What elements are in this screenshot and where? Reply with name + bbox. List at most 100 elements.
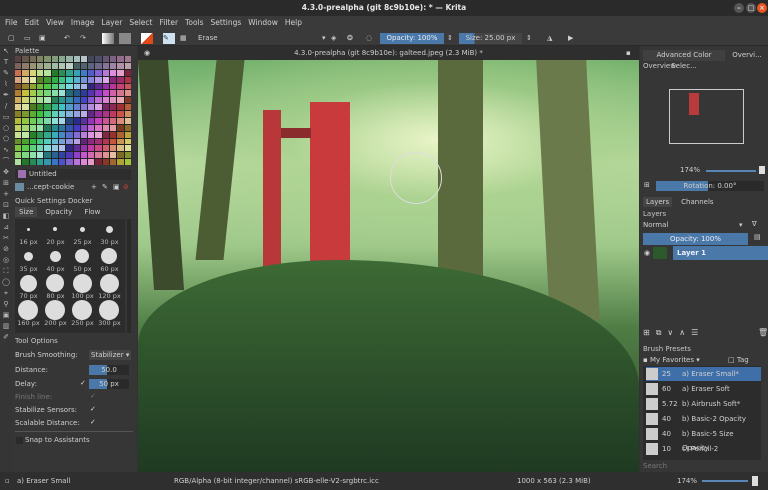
palette-swatch[interactable] bbox=[110, 138, 117, 145]
palette-swatch[interactable] bbox=[15, 138, 22, 145]
palette-swatch[interactable] bbox=[29, 152, 36, 159]
palette-swatch[interactable] bbox=[58, 145, 66, 152]
brush-preset-item[interactable]: 5.72 b) Airbrush Soft* bbox=[646, 397, 761, 411]
brush-size-option[interactable]: 100 px bbox=[69, 273, 96, 300]
snap-checkbox[interactable] bbox=[16, 437, 23, 444]
palette-swatch[interactable] bbox=[80, 76, 88, 83]
brush-size-option[interactable]: 80 px bbox=[42, 273, 69, 300]
palette-swatch[interactable] bbox=[66, 83, 73, 90]
palette-swatch[interactable] bbox=[95, 117, 102, 124]
tool-icon[interactable]: ▭ bbox=[0, 112, 12, 123]
palette-swatch[interactable] bbox=[95, 76, 102, 83]
palette-swatch[interactable] bbox=[36, 104, 44, 110]
scalable-distance-checkbox[interactable]: ✓ bbox=[90, 418, 96, 426]
undo-icon[interactable]: ↶ bbox=[64, 33, 70, 44]
mirror-vertical-icon[interactable]: ▶ bbox=[568, 33, 573, 44]
palette-swatch[interactable] bbox=[88, 131, 95, 138]
palette-swatch[interactable] bbox=[110, 124, 117, 131]
palette-swatch[interactable] bbox=[15, 159, 22, 165]
fg-bg-color-swatch[interactable] bbox=[141, 33, 153, 44]
palette-swatch[interactable] bbox=[22, 159, 29, 165]
palette-swatch[interactable] bbox=[117, 97, 124, 104]
palette-swatch[interactable] bbox=[51, 138, 58, 145]
palette-swatch[interactable] bbox=[66, 117, 73, 124]
add-icon[interactable]: + bbox=[91, 182, 97, 193]
palette-swatch[interactable] bbox=[73, 56, 80, 62]
tool-icon[interactable]: ▣ bbox=[0, 310, 12, 321]
tool-icon[interactable]: ∿ bbox=[0, 145, 12, 156]
palette-swatch[interactable] bbox=[80, 152, 88, 159]
palette-swatch[interactable] bbox=[58, 97, 66, 104]
tool-icon[interactable]: / bbox=[0, 101, 12, 112]
brush-preset-item[interactable]: 40 b) Basic-5 Size Opacity bbox=[646, 427, 761, 452]
tool-icon[interactable]: ⊿ bbox=[0, 222, 12, 233]
tab-channels[interactable]: Channels bbox=[678, 197, 716, 207]
menu-settings[interactable]: Settings bbox=[211, 16, 242, 30]
palette-swatch[interactable] bbox=[29, 145, 36, 152]
palette-swatch[interactable] bbox=[102, 69, 110, 76]
palette-swatch[interactable] bbox=[95, 131, 102, 138]
palette-swatch[interactable] bbox=[44, 117, 51, 124]
palette-swatch[interactable] bbox=[44, 62, 51, 69]
palette-swatch[interactable] bbox=[36, 90, 44, 97]
alpha-lock-icon[interactable]: ❂ bbox=[347, 33, 353, 44]
palette-swatch[interactable] bbox=[15, 97, 22, 104]
palette-swatch[interactable] bbox=[29, 131, 36, 138]
palette-swatch[interactable] bbox=[95, 104, 102, 110]
overview-viewport-rect[interactable] bbox=[669, 89, 744, 144]
tool-icon[interactable]: ⊞ bbox=[0, 178, 12, 189]
rotation-slider[interactable]: Rotation: 0.00° bbox=[656, 181, 764, 191]
delay-checkbox[interactable]: ✓ bbox=[80, 379, 86, 387]
status-colorspace[interactable]: RGB/Alpha (8-bit integer/channel) sRGB-e… bbox=[174, 472, 379, 490]
opacity-spin-icon[interactable]: ⇕ bbox=[447, 33, 453, 44]
palette-swatch[interactable] bbox=[73, 159, 80, 165]
palette-swatch[interactable] bbox=[102, 76, 110, 83]
palette-swatch[interactable] bbox=[58, 131, 66, 138]
palette-swatch[interactable] bbox=[102, 56, 110, 62]
palette-swatch[interactable] bbox=[58, 76, 66, 83]
palette-swatch[interactable] bbox=[58, 117, 66, 124]
palette-swatch[interactable] bbox=[110, 97, 117, 104]
rotation-reset-icon[interactable]: ⊞ bbox=[644, 181, 650, 189]
palette-swatch[interactable] bbox=[36, 62, 44, 69]
palette-grid[interactable] bbox=[15, 56, 131, 165]
palette-swatch[interactable] bbox=[124, 97, 131, 104]
palette-swatch[interactable] bbox=[117, 111, 124, 117]
palette-swatch[interactable] bbox=[66, 111, 73, 117]
move-up-icon[interactable]: ∧ bbox=[679, 328, 685, 338]
tool-icon[interactable]: ◧ bbox=[0, 211, 12, 222]
palette-swatch[interactable] bbox=[110, 117, 117, 124]
palette-swatch[interactable] bbox=[124, 69, 131, 76]
palette-swatch[interactable] bbox=[102, 97, 110, 104]
palette-swatch[interactable] bbox=[51, 145, 58, 152]
edit-icon[interactable]: ✎ bbox=[102, 182, 108, 193]
open-folder-icon[interactable]: ▭ bbox=[24, 33, 31, 44]
palette-swatch[interactable] bbox=[73, 124, 80, 131]
palette-swatch[interactable] bbox=[36, 117, 44, 124]
palette-swatch[interactable] bbox=[95, 159, 102, 165]
palette-swatch[interactable] bbox=[66, 159, 73, 165]
palette-swatch[interactable] bbox=[102, 104, 110, 110]
palette-swatch[interactable] bbox=[117, 124, 124, 131]
palette-swatch[interactable] bbox=[44, 138, 51, 145]
tool-icon[interactable]: ✐ bbox=[0, 332, 12, 343]
brush-size-option[interactable]: 200 px bbox=[42, 300, 69, 327]
palette-swatch[interactable] bbox=[58, 83, 66, 90]
palette-swatch[interactable] bbox=[95, 69, 102, 76]
palette-swatch[interactable] bbox=[95, 62, 102, 69]
layer-opacity-slider[interactable]: Opacity: 100% bbox=[643, 233, 748, 245]
palette-swatch[interactable] bbox=[51, 131, 58, 138]
tool-icon[interactable]: ⌒ bbox=[0, 156, 12, 167]
palette-swatch[interactable] bbox=[124, 62, 131, 69]
palette-swatch[interactable] bbox=[29, 97, 36, 104]
palette-swatch[interactable] bbox=[66, 138, 73, 145]
palette-swatch[interactable] bbox=[15, 62, 22, 69]
palette-swatch[interactable] bbox=[95, 111, 102, 117]
tool-icon[interactable]: ⛶ bbox=[0, 266, 12, 277]
palette-swatch[interactable] bbox=[88, 83, 95, 90]
palette-swatch[interactable] bbox=[58, 56, 66, 62]
delay-slider[interactable]: 50 px bbox=[89, 379, 129, 389]
palette-swatch[interactable] bbox=[66, 104, 73, 110]
opacity-slider[interactable]: Opacity: 100% bbox=[380, 33, 444, 44]
tool-icon[interactable]: ✒ bbox=[0, 90, 12, 101]
